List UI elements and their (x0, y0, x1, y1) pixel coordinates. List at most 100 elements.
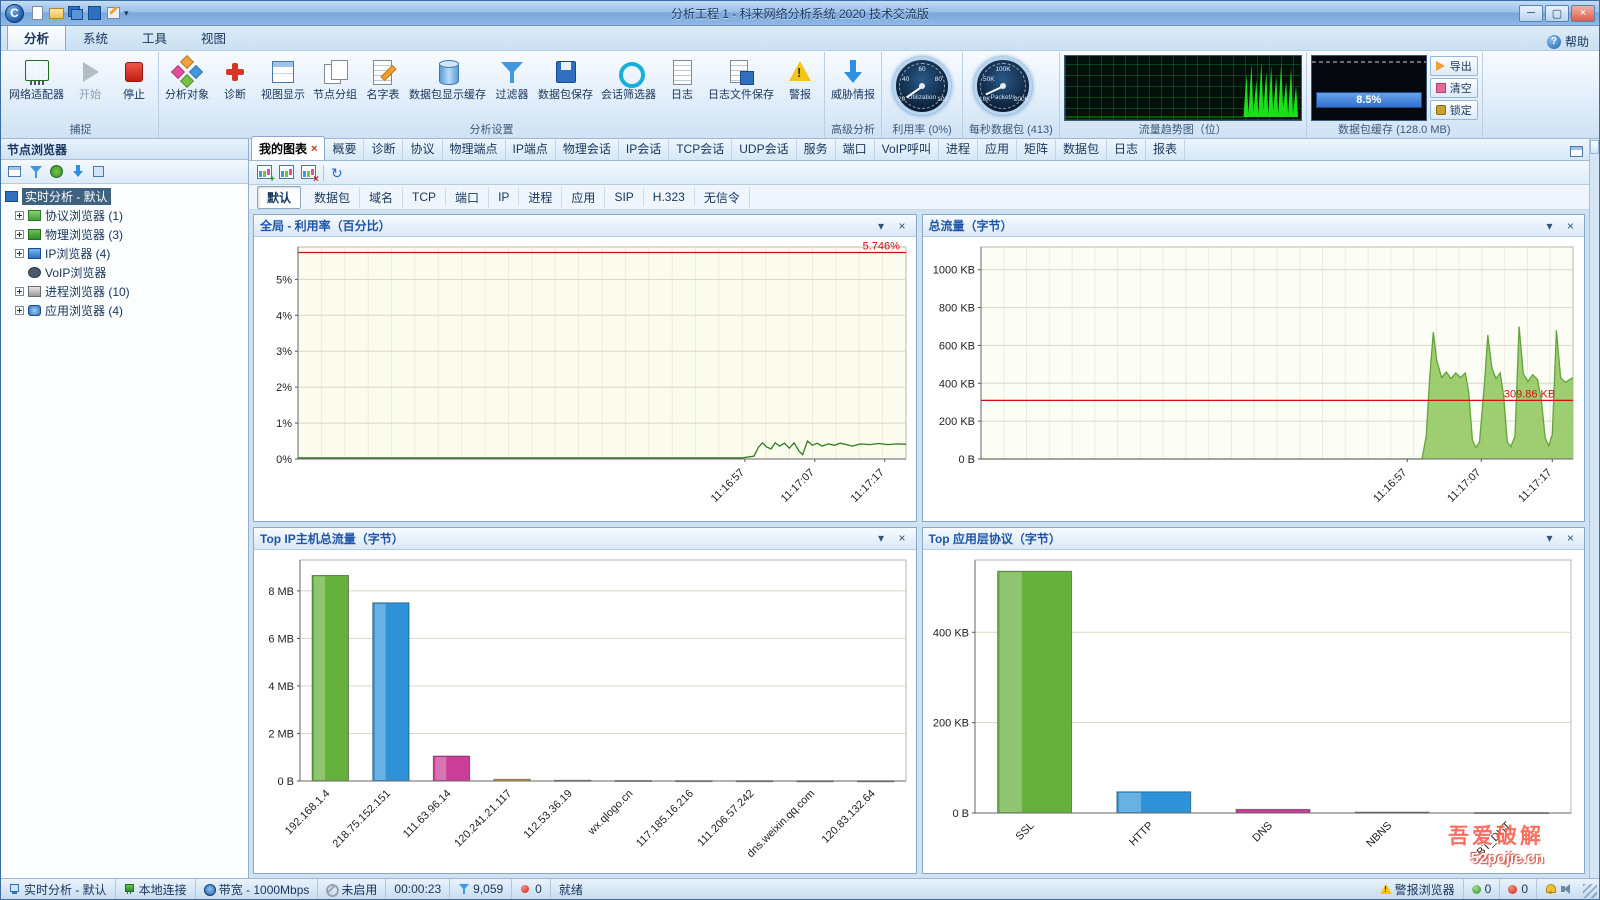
close-panel-icon[interactable]: × (1563, 220, 1578, 232)
tab-log[interactable]: 日志 (1107, 137, 1146, 160)
collapse-icon[interactable]: ▾ (874, 532, 889, 544)
tree-item-ip-explorer[interactable]: IP浏览器 (4) (1, 244, 248, 263)
ribbon-item-conversation-filter[interactable]: 会话筛选器 (597, 54, 660, 102)
quickbar-dropdown-icon[interactable]: ▾ (124, 8, 129, 19)
tab-physical-endpoint[interactable]: 物理端点 (443, 137, 506, 160)
ribbon-item-alarm[interactable]: 警报 (778, 54, 822, 102)
export-button[interactable]: 导出 (1430, 56, 1478, 76)
expand-icon[interactable] (15, 230, 24, 239)
close-button[interactable]: × (1571, 5, 1595, 22)
filter-ip[interactable]: IP (489, 188, 519, 206)
tab-application[interactable]: 应用 (978, 137, 1017, 160)
close-panel-icon[interactable]: × (1563, 532, 1578, 544)
expand-icon[interactable] (15, 306, 24, 315)
collapse-icon[interactable]: ▾ (1542, 532, 1557, 544)
tree-item-protocol-explorer[interactable]: 协议浏览器 (1) (1, 206, 248, 225)
filter-domain[interactable]: 域名 (360, 187, 403, 208)
clear-button[interactable]: 清空 (1430, 78, 1478, 98)
filter-default[interactable]: 默认 (257, 186, 301, 209)
ribbon-tab-system[interactable]: 系统 (66, 24, 125, 50)
filter-no-signaling[interactable]: 无信令 (695, 187, 750, 208)
node-export-icon[interactable] (69, 163, 86, 180)
tab-ip-endpoint[interactable]: IP端点 (506, 137, 556, 160)
tree-item-application-explorer[interactable]: 应用浏览器 (4) (1, 301, 248, 320)
ribbon-item-stop[interactable]: 停止 (112, 54, 156, 102)
close-panel-icon[interactable]: × (895, 220, 910, 232)
expand-icon[interactable] (15, 249, 24, 258)
tab-process[interactable]: 进程 (939, 137, 978, 160)
edit-icon[interactable] (105, 5, 122, 21)
minimize-button[interactable]: ─ (1519, 5, 1543, 22)
filter-sip[interactable]: SIP (605, 188, 643, 206)
expand-icon[interactable] (15, 287, 24, 296)
tree-item-voip-explorer[interactable]: VoIP浏览器 (1, 263, 248, 282)
filter-port[interactable]: 端口 (446, 187, 489, 208)
resize-grip[interactable] (1583, 884, 1597, 898)
filter-process[interactable]: 进程 (519, 187, 562, 208)
close-panel-icon[interactable]: × (895, 532, 910, 544)
alert-browser-button[interactable]: 警报浏览器 (1372, 879, 1464, 899)
alarm-bell-icon[interactable] (1545, 884, 1556, 894)
ribbon-tab-view[interactable]: 视图 (184, 24, 243, 50)
tree-item-process-explorer[interactable]: 进程浏览器 (10) (1, 282, 248, 301)
ribbon-item-packet-display-buffer[interactable]: 数据包显示缓存 (405, 54, 490, 102)
tab-voip-call[interactable]: VoIP呼叫 (875, 137, 939, 160)
filter-application[interactable]: 应用 (562, 187, 605, 208)
ribbon-item-threat-intel[interactable]: 威胁情报 (827, 54, 879, 102)
node-bookmark-icon[interactable] (90, 163, 107, 180)
collapse-icon[interactable]: ▾ (1542, 220, 1557, 232)
help-button[interactable]: ? 帮助 (1547, 33, 1593, 50)
right-scroll-strip[interactable] (1589, 139, 1599, 878)
tab-tcp-conversation[interactable]: TCP会话 (669, 137, 732, 160)
tab-report[interactable]: 报表 (1146, 137, 1185, 160)
add-chart-icon[interactable]: + (255, 164, 272, 181)
tree-item-realtime-analysis[interactable]: 实时分析 - 默认 (1, 187, 248, 206)
ribbon-item-filter[interactable]: 过滤器 (490, 54, 534, 102)
tab-diagnosis[interactable]: 诊断 (364, 137, 403, 160)
save-icon[interactable] (86, 5, 103, 21)
tab-service[interactable]: 服务 (797, 137, 836, 160)
tab-protocol[interactable]: 协议 (403, 137, 442, 160)
refresh-icon[interactable]: ↻ (331, 166, 343, 180)
ribbon-item-name-table[interactable]: 名字表 (361, 54, 405, 102)
filter-tcp[interactable]: TCP (403, 188, 446, 206)
node-locate-icon[interactable] (48, 163, 65, 180)
ribbon-item-analysis-objects[interactable]: 分析对象 (161, 54, 213, 102)
expand-icon[interactable] (15, 211, 24, 220)
pane-toggle-icon[interactable] (1590, 140, 1599, 154)
filter-packet[interactable]: 数据包 (305, 187, 360, 208)
save-all-icon[interactable] (67, 5, 84, 21)
tab-ip-conversation[interactable]: IP会话 (619, 137, 669, 160)
tab-options-icon[interactable] (1568, 143, 1585, 160)
tree-item-physical-explorer[interactable]: 物理浏览器 (3) (1, 225, 248, 244)
maximize-button[interactable]: ▢ (1545, 5, 1569, 22)
new-project-icon[interactable] (29, 5, 46, 21)
ribbon-item-diagnosis[interactable]: 诊断 (213, 54, 257, 102)
ribbon-item-node-group[interactable]: 节点分组 (309, 54, 361, 102)
tab-summary[interactable]: 概要 (325, 137, 364, 160)
tab-port[interactable]: 端口 (836, 137, 875, 160)
ribbon-tab-analysis[interactable]: 分析 (7, 24, 66, 50)
ribbon-item-view-display[interactable]: 视图显示 (257, 54, 309, 102)
close-tab-icon[interactable]: × (311, 143, 317, 155)
tab-my-charts[interactable]: 我的图表× (251, 136, 325, 160)
ribbon-item-log[interactable]: 日志 (660, 54, 704, 102)
collapse-icon[interactable]: ▾ (874, 220, 889, 232)
ribbon-item-network-adapter[interactable]: 网络适配器 (5, 54, 68, 102)
ribbon-item-start[interactable]: 开始 (68, 54, 112, 102)
ribbon-tab-tools[interactable]: 工具 (125, 24, 184, 50)
lock-button[interactable]: 锁定 (1430, 100, 1478, 120)
filter-h323[interactable]: H.323 (644, 188, 695, 206)
open-project-icon[interactable] (48, 5, 65, 21)
ribbon-item-log-file-save[interactable]: 日志文件保存 (704, 54, 778, 102)
ribbon-item-packet-save[interactable]: 数据包保存 (534, 54, 597, 102)
tab-udp-conversation[interactable]: UDP会话 (732, 137, 796, 160)
sound-icon[interactable] (1560, 884, 1571, 894)
node-view-settings-icon[interactable] (6, 163, 23, 180)
chart-settings-icon[interactable] (277, 164, 294, 181)
tab-packet[interactable]: 数据包 (1056, 137, 1107, 160)
tab-matrix[interactable]: 矩阵 (1017, 137, 1056, 160)
tab-physical-conversation[interactable]: 物理会话 (556, 137, 619, 160)
delete-chart-icon[interactable]: × (299, 164, 316, 181)
node-filter-icon[interactable] (27, 163, 44, 180)
